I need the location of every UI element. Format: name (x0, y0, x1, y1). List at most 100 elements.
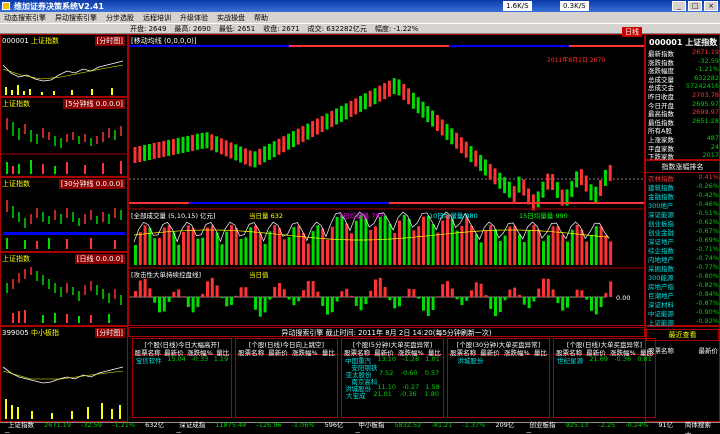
mini-panel-4[interactable]: 上证指数 [日线 0.0.0.0] (0, 252, 128, 326)
menu-step-select[interactable]: 分步选股 (106, 13, 134, 23)
table-col: 量比 (321, 349, 335, 357)
volume-bar (225, 231, 229, 265)
rank-value: -0.69% (696, 236, 719, 244)
macd-bar (436, 296, 440, 297)
main-chart-area[interactable]: [移动均线 (0,0,0,0)] 日线 2011年8月2日 2670 [全部成交… (128, 27, 645, 326)
rank-row[interactable]: 中证能源 -0.90% (648, 308, 719, 318)
volume-bar (513, 226, 517, 265)
rank-row[interactable]: 农林指数 0.41% (648, 173, 719, 183)
volume-bar (177, 244, 181, 265)
quote-code: 000001 (649, 38, 683, 47)
rank-value: -0.90% (696, 308, 719, 316)
rank-row[interactable]: 300能源 -0.80% (648, 272, 719, 282)
table-cell: 宝信软件 (135, 357, 162, 365)
volume-bar (474, 234, 478, 265)
app-icon (2, 2, 10, 10)
rank-row[interactable]: 建筑指数 -0.26% (648, 182, 719, 192)
rank-row[interactable]: 采掘指数 -0.77% (648, 263, 719, 273)
table-col: 股票名称 (556, 349, 583, 357)
volume-bar (489, 225, 493, 265)
rank-title: 指数涨幅排名 (646, 162, 719, 173)
macd-bar (417, 297, 421, 299)
volume-bar (599, 226, 603, 265)
rank-row[interactable]: 300地产 -0.46% (648, 200, 719, 210)
macd-bar (345, 288, 349, 297)
table-row[interactable]: 亚太股份 7.52 -0.60 0.57 (342, 369, 443, 379)
minimize-button[interactable]: _ (672, 1, 686, 11)
mini-chart-daily (6, 267, 122, 323)
rank-value: -0.77% (696, 263, 719, 271)
mini-panel-3[interactable]: 上证指数 [30分钟线 0.0.0.0] (0, 177, 128, 252)
table-row[interactable]: 洪城股份 11.10 -0.27 1.58 (342, 383, 443, 393)
mini-panel-1[interactable]: 000001 上证指数 [分时图] (0, 34, 128, 97)
menu-remote-training[interactable]: 远程培训 (143, 13, 171, 23)
menu-anomaly-search[interactable]: 异动搜索引擎 (55, 13, 97, 23)
rank-row[interactable]: 金融指数 -0.42% (648, 191, 719, 201)
volume-bar (249, 227, 253, 265)
recent-title[interactable]: 最近查看 (646, 329, 719, 341)
table-row[interactable]: 安阳钢铁 (342, 362, 443, 372)
table-col: 最新价 (586, 349, 606, 357)
rank-row[interactable]: 房地产指 -0.82% (648, 281, 719, 291)
table-header: 股票名称 最新价 涨跌幅% 量比 (236, 347, 337, 357)
quote-value: -1.21% (696, 65, 719, 74)
rank-value: -0.46% (696, 200, 719, 208)
quote-key: 涨跌幅度 (648, 67, 674, 76)
volume-bar (460, 225, 464, 265)
table-row[interactable]: 中国重汽 13.10 -1.28 1.01 (342, 355, 443, 365)
mini-panel-5[interactable]: 399005 中小板指 [分时图] (0, 326, 128, 422)
macd-bar (374, 279, 377, 297)
quote-value: -32.59 (698, 56, 719, 65)
rank-row[interactable]: 巨潮地产 -0.84% (648, 290, 719, 300)
table-cell: 世纪星源 (557, 357, 584, 365)
macd-bar (398, 297, 401, 307)
menu-trading[interactable]: 实战操盘 (217, 13, 245, 23)
rank-row[interactable]: 上证能源 -0.92% (648, 317, 719, 327)
menu-upgrade[interactable]: 升级体验 (180, 13, 208, 23)
macd-bar (278, 282, 281, 297)
maximize-button[interactable]: □ (688, 1, 702, 11)
macd-bar (503, 297, 507, 301)
table-row[interactable]: 宝信软件 15.04 -0.33 1.19 (133, 355, 231, 365)
rank-row[interactable]: 深证地产 -0.69% (648, 236, 719, 246)
close-button[interactable]: × (704, 1, 718, 11)
table-col: 最新价 (374, 349, 394, 357)
macd-bar (484, 295, 488, 297)
rank-row[interactable]: 内地地产 -0.74% (648, 254, 719, 264)
rank-row[interactable]: 创业金融 -0.67% (648, 227, 719, 237)
rank-row[interactable]: 创业板指 -0.62% (648, 218, 719, 228)
table-title: [个股(30分钟)大单买盘异常] (456, 341, 541, 349)
table-row[interactable]: 南京高科 (342, 376, 443, 386)
rank-value: -0.87% (696, 299, 719, 307)
table-row[interactable]: 大宝成 21.01 -0.36 1.80 (342, 390, 443, 400)
volume-bar (297, 225, 301, 265)
volume-bar (518, 234, 521, 265)
net-down-rate: 1.6K/S (503, 1, 532, 11)
table-row[interactable]: 世纪星源 21.69 -0.36 0.81 (554, 355, 655, 365)
rank-row[interactable]: 深证能源 -0.51% (648, 209, 719, 219)
rank-name: 综企指数 (648, 247, 674, 255)
table-col: 涨跌幅% (398, 349, 424, 357)
quote-row: 最低指数 2651.28 (648, 117, 719, 127)
volume-bar (263, 243, 267, 265)
rank-row[interactable]: 综企指数 -0.71% (648, 245, 719, 255)
table-cell: 1.19 (213, 355, 229, 363)
quote-row: 上涨家数 487 (648, 134, 719, 144)
menu-dynamic-search[interactable]: 动态搜索引擎 (4, 13, 46, 23)
quote-name: 上证指数 (685, 38, 718, 47)
recent-col-price: 最新价 (698, 347, 719, 355)
table-header: 股票名称 最新价 涨跌幅% 量比 (133, 347, 231, 357)
macd-bar (599, 297, 603, 308)
macd-bar (489, 297, 493, 309)
volume-bar (426, 215, 430, 265)
rank-value: -0.71% (696, 245, 719, 253)
volume-bar (546, 235, 550, 265)
menu-help[interactable]: 帮助 (254, 13, 268, 23)
quote-row: 所有A股 (648, 125, 719, 135)
rank-value: -0.74% (696, 254, 719, 262)
macd-bar (609, 281, 613, 297)
volume-bar (311, 231, 315, 265)
rank-row[interactable]: 深证材料 -0.87% (648, 299, 719, 309)
table-col: 量比 (639, 349, 653, 357)
mini-panel-2[interactable]: 上证指数 [5分钟线 0.0.0.0] (0, 97, 128, 177)
